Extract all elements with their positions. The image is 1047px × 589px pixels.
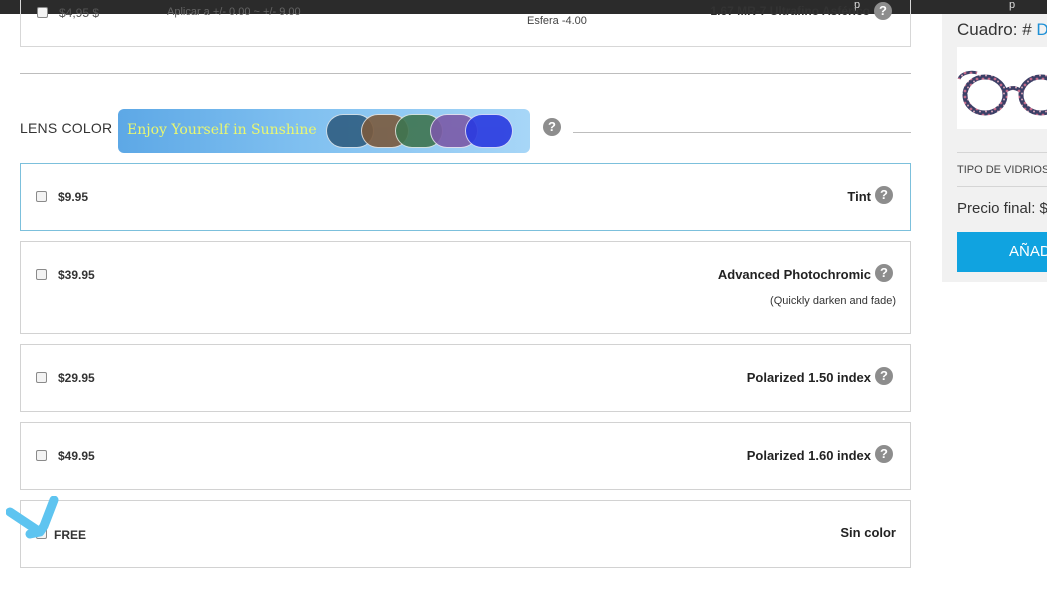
sidebar-divider — [957, 152, 1047, 153]
prev-option-price: $4,95 $ — [59, 6, 100, 20]
lens-color-banner: Enjoy Yourself in Sunshine — [118, 109, 530, 153]
lens-color-title: LENS COLOR — [20, 120, 113, 136]
sidebar-divider — [957, 186, 1047, 187]
lens-option-polarized-160[interactable]: $49.95 Polarized 1.60 index ? — [20, 422, 911, 490]
option-price: $9.95 — [58, 190, 89, 204]
help-icon[interactable]: ? — [875, 367, 893, 385]
option-price: $49.95 — [58, 449, 95, 463]
prev-option-sphere: Esfera -4.00 — [527, 15, 587, 27]
option-checkbox[interactable] — [36, 450, 47, 461]
frame-link[interactable]: D — [1036, 20, 1047, 39]
prev-lens-option[interactable]: $4,95 $ Aplicar a +/- 0.00 ~ +/- 9.00 Es… — [20, 0, 911, 47]
annotation-arrow-icon — [6, 496, 59, 539]
color-swatch — [465, 114, 513, 148]
add-to-cart-button[interactable]: AÑAD — [957, 232, 1047, 272]
help-icon[interactable]: ? — [875, 186, 893, 204]
option-name: Polarized 1.50 index — [746, 370, 871, 385]
lens-option-polarized-150[interactable]: $29.95 Polarized 1.50 index ? — [20, 344, 911, 412]
option-checkbox[interactable] — [36, 372, 47, 383]
lens-type-label: TIPO DE VIDRIOS: — [957, 164, 1047, 176]
option-description: (Quickly darken and fade) — [770, 295, 896, 307]
banner-text: Enjoy Yourself in Sunshine — [127, 122, 317, 138]
help-icon[interactable]: ? — [875, 445, 893, 463]
option-name: Sin color — [840, 525, 896, 540]
help-icon[interactable]: ? — [874, 2, 892, 20]
option-name: Advanced Photochromic — [717, 267, 871, 282]
lens-option-sin-color[interactable]: FREE Sin color — [20, 500, 911, 568]
section-line — [573, 132, 911, 133]
option-name: Tint — [847, 189, 871, 204]
frame-label: Cuadro: # D — [957, 20, 1047, 39]
option-price: $39.95 — [58, 268, 95, 282]
option-price: $29.95 — [58, 371, 95, 385]
section-divider — [20, 73, 911, 74]
option-checkbox[interactable] — [36, 191, 47, 202]
prev-option-name: 1.67 MR-7 Ultrafino Asférico — [710, 4, 870, 18]
final-price-label: Precio final: $ — [957, 200, 1047, 217]
order-summary-sidebar: Cuadro: # D TIPO DE VIDRIOS: Precio fina… — [942, 14, 1047, 282]
prev-option-apply-range: Aplicar a +/- 0.00 ~ +/- 9.00 — [167, 6, 301, 18]
option-checkbox[interactable] — [36, 269, 47, 280]
option-name: Polarized 1.60 index — [746, 448, 871, 463]
prev-option-checkbox[interactable] — [37, 7, 48, 18]
help-icon[interactable]: ? — [543, 118, 561, 136]
lens-option-tint[interactable]: $9.95 Tint ? — [20, 163, 911, 231]
top-bar-fragment: p — [1009, 0, 1016, 11]
help-icon[interactable]: ? — [875, 264, 893, 282]
lens-option-photochromic[interactable]: $39.95 Advanced Photochromic ? (Quickly … — [20, 241, 911, 334]
frame-product-image — [957, 47, 1047, 129]
